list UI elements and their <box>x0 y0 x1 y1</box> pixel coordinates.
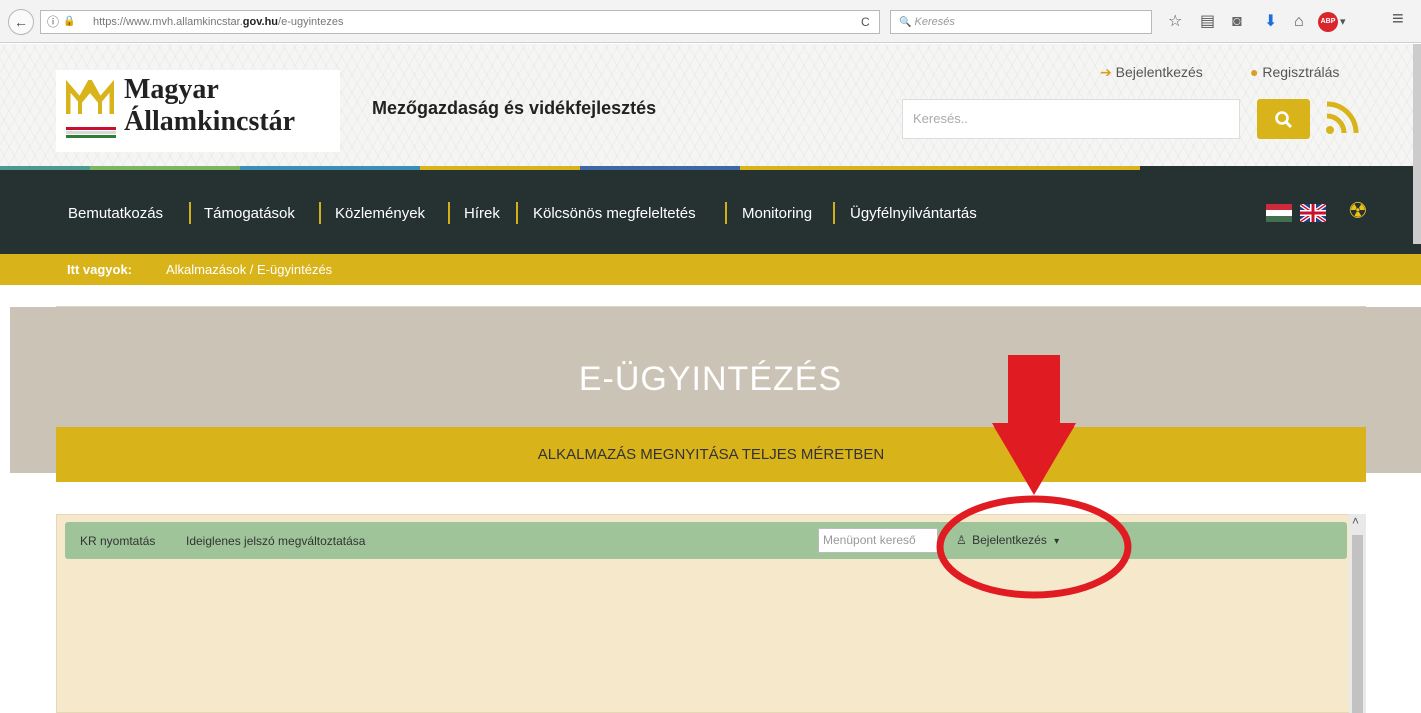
header-register-label: Regisztrálás <box>1262 64 1340 80</box>
logo-line1: Magyar <box>124 74 219 105</box>
rss-icon[interactable] <box>1325 101 1359 135</box>
accessibility-icon[interactable]: ☢ <box>1348 199 1368 223</box>
back-button[interactable]: ← <box>8 9 34 35</box>
nav-item-hirek[interactable]: Hírek <box>464 205 500 222</box>
home-icon[interactable]: ⌂ <box>1294 13 1304 31</box>
logo-line2: Államkincstár <box>124 106 296 137</box>
adblock-icon[interactable]: ABP <box>1318 12 1338 32</box>
divider <box>56 306 1366 307</box>
browser-search-placeholder: Keresés <box>914 16 955 28</box>
page-title: E-ÜGYINTÉZÉS <box>578 360 843 398</box>
user-icon: ● <box>1250 64 1259 80</box>
nav-item-kolcsonos-megfeleltetes[interactable]: Kölcsönös megfeleltetés <box>533 205 696 222</box>
section-title: Mezőgazdaság és vidékfejlesztés <box>372 98 657 118</box>
crown-logo-icon <box>66 80 114 114</box>
flag-stripe-green <box>66 135 116 138</box>
red-arrow-annotation-icon <box>936 355 1132 599</box>
breadcrumb-path[interactable]: Alkalmazások / E-ügyintézés <box>166 262 332 277</box>
scrollbar-thumb[interactable] <box>1352 535 1363 713</box>
menu-search-input[interactable]: Menüpont kereső <box>818 528 938 553</box>
nav-separator <box>516 202 518 224</box>
adblock-dropdown-icon[interactable]: ▾ <box>1340 13 1346 31</box>
nav-separator <box>319 202 321 224</box>
hungarian-flag-icon[interactable] <box>1266 204 1292 222</box>
header-login-link[interactable]: ➔ Bejelentkezés <box>1100 64 1203 81</box>
english-flag-icon[interactable] <box>1300 204 1326 222</box>
login-icon: ➔ <box>1100 64 1112 80</box>
flag-stripe-white <box>66 131 116 134</box>
nav-separator <box>189 202 191 224</box>
header-login-label: Bejelentkezés <box>1115 64 1203 80</box>
nav-item-monitoring[interactable]: Monitoring <box>742 205 812 222</box>
nav-separator <box>448 202 450 224</box>
header-register-link[interactable]: ● Regisztrálás <box>1250 64 1339 80</box>
download-icon[interactable]: ⬇ <box>1264 13 1277 31</box>
breadcrumb: Itt vagyok: Alkalmazások / E-ügyintézés <box>0 254 1421 285</box>
url-prefix: https://www.mvh.allamkincstar. <box>93 16 243 28</box>
app-menu-item-jelszo[interactable]: Ideiglenes jelszó megváltoztatása <box>186 534 365 548</box>
open-fullsize-label: ALKALMAZÁS MEGNYITÁSA TELJES MÉRETBEN <box>537 446 885 463</box>
nav-item-bemutatkozas[interactable]: Bemutatkozás <box>68 205 163 222</box>
open-fullsize-button[interactable]: ALKALMAZÁS MEGNYITÁSA TELJES MÉRETBEN <box>56 427 1366 482</box>
nav-item-ugyfelnyilvantartas[interactable]: Ügyfélnyilvántartás <box>850 205 977 222</box>
address-bar[interactable]: ⓘ 🔒 https://www.mvh.allamkincstar.gov.hu… <box>40 10 880 34</box>
pocket-icon[interactable]: ◙ <box>1232 13 1242 31</box>
breadcrumb-label: Itt vagyok: <box>67 262 133 277</box>
lock-icon: 🔒 <box>63 16 76 27</box>
flag-stripe-red <box>66 127 116 130</box>
app-menu-bar: KR nyomtatás Ideiglenes jelszó megváltoz… <box>65 522 1347 559</box>
site-search-input[interactable]: Keresés.. <box>902 99 1240 139</box>
search-icon: 🔍 <box>899 17 912 28</box>
browser-search-input[interactable]: 🔍 Keresés <box>890 10 1152 34</box>
reload-icon[interactable]: C <box>861 11 870 33</box>
site-search-placeholder: Keresés.. <box>913 111 968 126</box>
nav-item-tamogatasok[interactable]: Támogatások <box>204 205 295 222</box>
nav-separator <box>725 202 727 224</box>
back-arrow-icon: ← <box>14 14 28 30</box>
reading-list-icon[interactable]: ▤ <box>1200 13 1215 31</box>
info-icon[interactable]: ⓘ <box>47 11 59 33</box>
star-icon[interactable]: ☆ <box>1168 13 1182 31</box>
url-domain: gov.hu <box>242 16 279 28</box>
search-icon <box>1275 111 1293 129</box>
url-text: https://www.mvh.allamkincstar.gov.hu/e-u… <box>93 11 343 33</box>
nav-item-kozlemenyek[interactable]: Közlemények <box>335 205 425 222</box>
page-scrollbar[interactable] <box>1413 44 1421 244</box>
browser-toolbar: ← ⓘ 🔒 https://www.mvh.allamkincstar.gov.… <box>0 0 1421 43</box>
menu-search-placeholder: Menüpont kereső <box>823 533 916 547</box>
menu-icon[interactable]: ≡ <box>1392 9 1404 29</box>
scroll-up-icon[interactable]: ˄ <box>1352 514 1359 528</box>
app-menu-item-kr-nyomtatas[interactable]: KR nyomtatás <box>80 534 155 548</box>
nav-separator <box>833 202 835 224</box>
logo[interactable]: Magyar Államkincstár <box>56 70 340 152</box>
url-path: /e-ugyintezes <box>278 16 344 28</box>
site-search-button[interactable] <box>1257 99 1310 139</box>
